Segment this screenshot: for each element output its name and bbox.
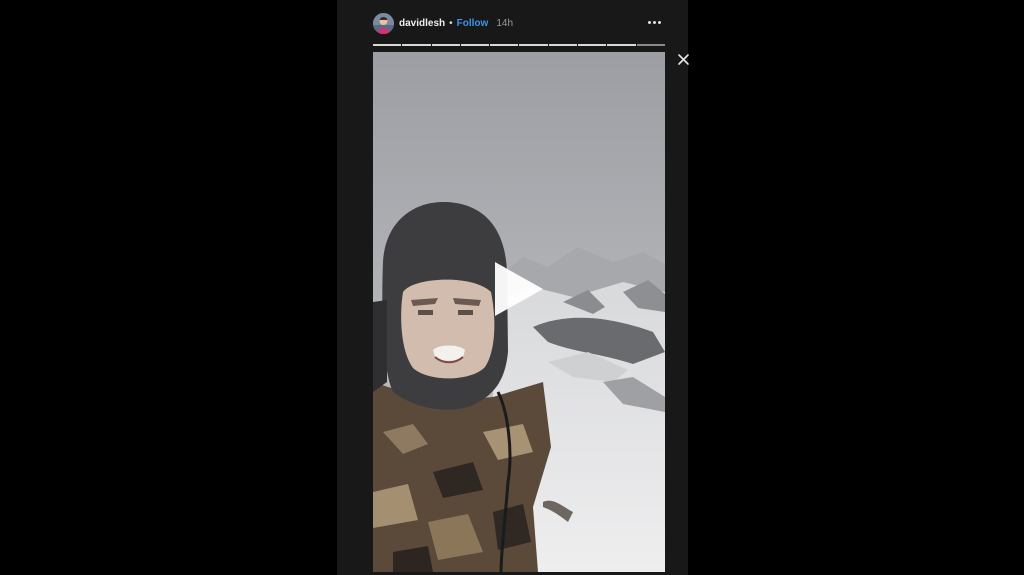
avatar[interactable] [373,12,394,34]
follow-button[interactable]: Follow [457,18,489,29]
avatar-image [373,12,394,34]
more-dot [647,20,651,24]
close-icon[interactable] [676,52,691,67]
progress-segment [490,44,519,46]
progress-segment [519,44,548,46]
username[interactable]: davidlesh [399,18,445,29]
separator-dot: • [449,17,453,29]
more-dot [652,20,656,24]
progress-segment [636,44,665,46]
more-options-icon[interactable] [645,15,663,29]
progress-segment [431,44,460,46]
story-progress-bar [373,44,665,46]
story-viewer: davidlesh • Follow 14h [337,0,688,575]
play-icon[interactable] [491,260,547,318]
progress-segment [578,44,607,46]
story-video[interactable] [373,52,665,572]
progress-segment [402,44,431,46]
story-header: davidlesh • Follow 14h [373,11,663,35]
play-triangle [495,262,543,316]
close-glyph [678,54,689,65]
progress-segment [373,44,402,46]
more-dot [657,20,661,24]
timestamp: 14h [496,17,514,29]
progress-segment [548,44,578,46]
progress-segment [607,44,636,46]
progress-segment [460,44,490,46]
